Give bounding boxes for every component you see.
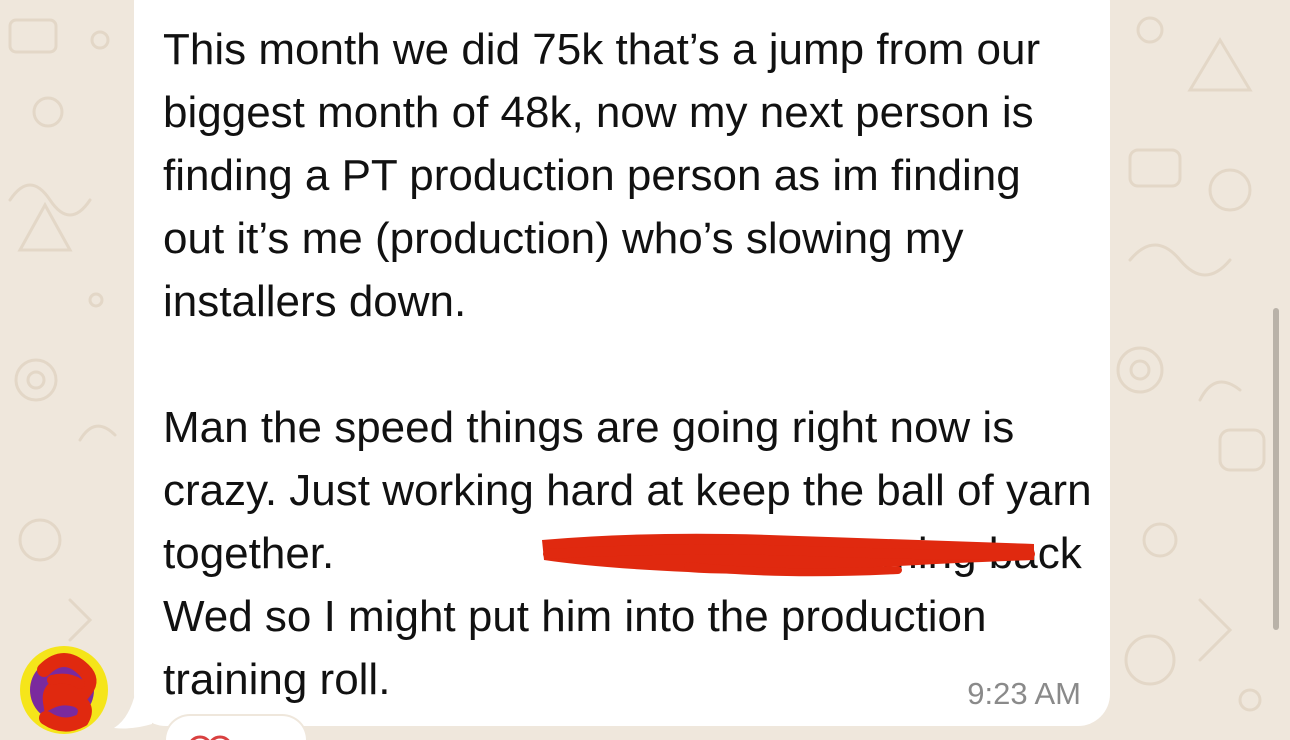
scrollbar[interactable] [1273, 308, 1279, 630]
chat-screen: { "chat": { "message": { "paragraph_1": … [0, 0, 1290, 740]
redacted-avatar-icon[interactable] [14, 640, 114, 740]
message-timestamp: 9:23 AM [967, 676, 1081, 711]
reaction-icon [190, 735, 230, 740]
message-text: This month we did 75k that’s a jump from… [163, 18, 1093, 711]
redaction-scribble [542, 533, 1035, 577]
message-paragraph-1: This month we did 75k that’s a jump from… [163, 25, 1053, 326]
